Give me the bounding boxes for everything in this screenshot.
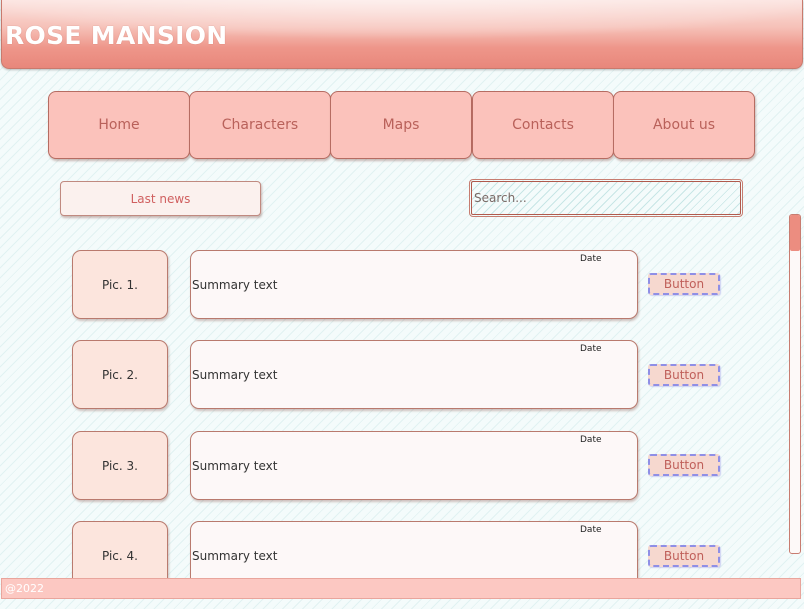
last-news-heading: Last news <box>60 181 261 216</box>
news-picture: Pic. 3. <box>72 431 168 500</box>
search-input[interactable] <box>469 179 743 217</box>
news-summary-card: Date Summary text <box>190 431 638 500</box>
vertical-scrollbar[interactable] <box>789 214 801 554</box>
news-action-button[interactable]: Button <box>648 273 720 295</box>
nav-characters-button[interactable]: Characters <box>189 91 331 159</box>
news-date: Date <box>580 344 602 354</box>
news-date: Date <box>580 435 602 445</box>
site-title: ROSE MANSION <box>5 21 228 50</box>
news-picture: Pic. 2. <box>72 340 168 409</box>
news-date: Date <box>580 525 602 535</box>
news-action-button[interactable]: Button <box>648 454 720 476</box>
news-summary-text: Summary text <box>192 459 278 473</box>
copyright-text: @2022 <box>5 582 44 595</box>
news-summary-text: Summary text <box>192 549 278 563</box>
news-summary-card: Date Summary text <box>190 250 638 319</box>
news-action-button[interactable]: Button <box>648 545 720 567</box>
nav-about-us-button[interactable]: About us <box>613 91 755 159</box>
scrollbar-thumb[interactable] <box>790 215 800 251</box>
site-header: ROSE MANSION <box>1 0 803 69</box>
nav-home-button[interactable]: Home <box>48 91 190 159</box>
news-summary-text: Summary text <box>192 278 278 292</box>
nav-maps-button[interactable]: Maps <box>330 91 472 159</box>
news-summary-card: Date Summary text <box>190 340 638 409</box>
news-summary-text: Summary text <box>192 368 278 382</box>
news-picture: Pic. 1. <box>72 250 168 319</box>
news-action-button[interactable]: Button <box>648 364 720 386</box>
nav-contacts-button[interactable]: Contacts <box>472 91 614 159</box>
footer: @2022 <box>1 578 801 599</box>
news-date: Date <box>580 254 602 264</box>
